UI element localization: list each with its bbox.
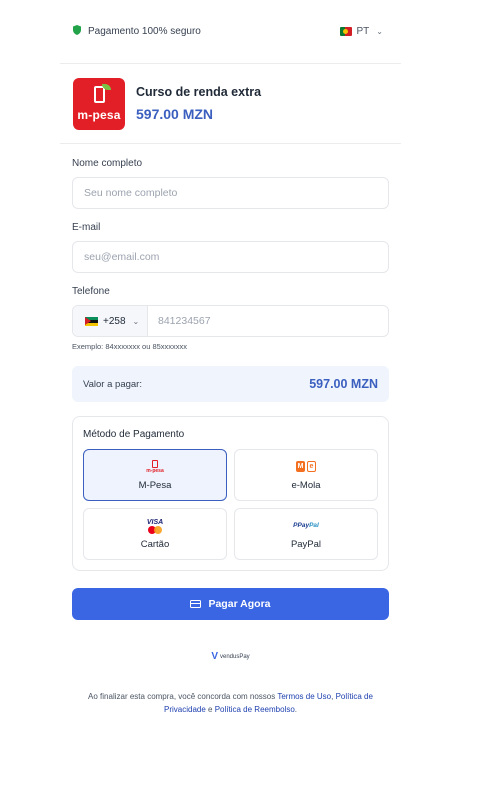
phone-input[interactable]: 841234567	[148, 315, 211, 327]
product-title: Curso de renda extra	[136, 85, 262, 99]
phone-field: +258 ⌄ 841234567	[72, 305, 389, 337]
phone-label: Telefone	[72, 286, 110, 297]
shield-icon	[73, 25, 81, 38]
payment-option-label: e-Mola	[291, 479, 321, 491]
amount-label: Valor a pagar:	[83, 378, 142, 390]
mozambique-flag-icon	[85, 316, 98, 326]
payment-option-paypal[interactable]: P Pay Pal PayPal	[234, 508, 378, 560]
terms-suffix: .	[294, 705, 297, 714]
amount-value: 597.00 MZN	[309, 377, 378, 391]
language-code: PT	[356, 26, 370, 37]
email-label: E-mail	[72, 222, 101, 233]
powered-by-text: vendusPay	[219, 653, 250, 660]
email-input[interactable]: seu@email.com	[72, 241, 389, 273]
chevron-down-icon: ⌄	[132, 316, 140, 326]
mpesa-icon: m-pesa	[146, 459, 164, 474]
product-price: 597.00 MZN	[136, 106, 214, 122]
language-selector[interactable]: PT ⌄	[339, 26, 383, 37]
checkout-container: Pagamento 100% seguro PT ⌄ m-pesa Curso …	[60, 0, 401, 716]
payment-method-title: Método de Pagamento	[83, 429, 185, 440]
emola-icon: Me	[296, 460, 316, 474]
name-input[interactable]: Seu nome completo	[72, 177, 389, 209]
country-code-selector[interactable]: +258 ⌄	[73, 306, 148, 336]
venduspay-logo-icon: V	[211, 651, 218, 662]
payment-method-panel: Método de Pagamento m-pesa M-Pesa Me e-M…	[72, 416, 389, 571]
amount-box: Valor a pagar: 597.00 MZN	[72, 366, 389, 402]
product-summary: m-pesa Curso de renda extra 597.00 MZN	[60, 64, 401, 144]
payment-option-label: PayPal	[290, 538, 322, 550]
card-brands-icon: VISA	[147, 519, 163, 534]
checkout-form: Nome completo Seu nome completo E-mail s…	[60, 158, 401, 716]
payment-option-emola[interactable]: Me e-Mola	[234, 449, 378, 501]
terms-of-use-link[interactable]: Termos de Uso	[277, 692, 331, 701]
logo-text: m-pesa	[77, 107, 121, 122]
top-bar: Pagamento 100% seguro PT ⌄	[60, 0, 401, 64]
powered-by: V vendusPay	[72, 651, 389, 662]
refund-policy-link[interactable]: Política de Reembolso	[215, 705, 295, 714]
secure-text: Pagamento 100% seguro	[88, 26, 201, 37]
phone-hint: Exemplo: 84xxxxxxx ou 85xxxxxxx	[72, 342, 188, 351]
leaf-icon	[102, 83, 111, 90]
country-code: +258	[103, 315, 126, 327]
payment-option-label: M-Pesa	[138, 479, 172, 491]
terms-prefix: Ao finalizar esta compra, você concorda …	[88, 692, 278, 701]
terms-separator: e	[205, 705, 215, 714]
portugal-flag-icon	[339, 27, 352, 36]
chevron-down-icon: ⌄	[376, 27, 383, 36]
secure-badge: Pagamento 100% seguro	[73, 25, 201, 38]
payment-option-card[interactable]: VISA Cartão	[83, 508, 227, 560]
payment-option-mpesa[interactable]: m-pesa M-Pesa	[83, 449, 227, 501]
payment-option-label: Cartão	[140, 538, 170, 550]
credit-card-icon	[190, 600, 202, 608]
pay-now-button[interactable]: Pagar Agora	[72, 588, 389, 620]
name-label: Nome completo	[72, 158, 143, 169]
terms-notice: Ao finalizar esta compra, você concorda …	[72, 690, 389, 716]
pay-now-label: Pagar Agora	[208, 598, 271, 610]
paypal-icon: P Pay Pal	[293, 522, 319, 529]
product-logo: m-pesa	[73, 77, 125, 130]
